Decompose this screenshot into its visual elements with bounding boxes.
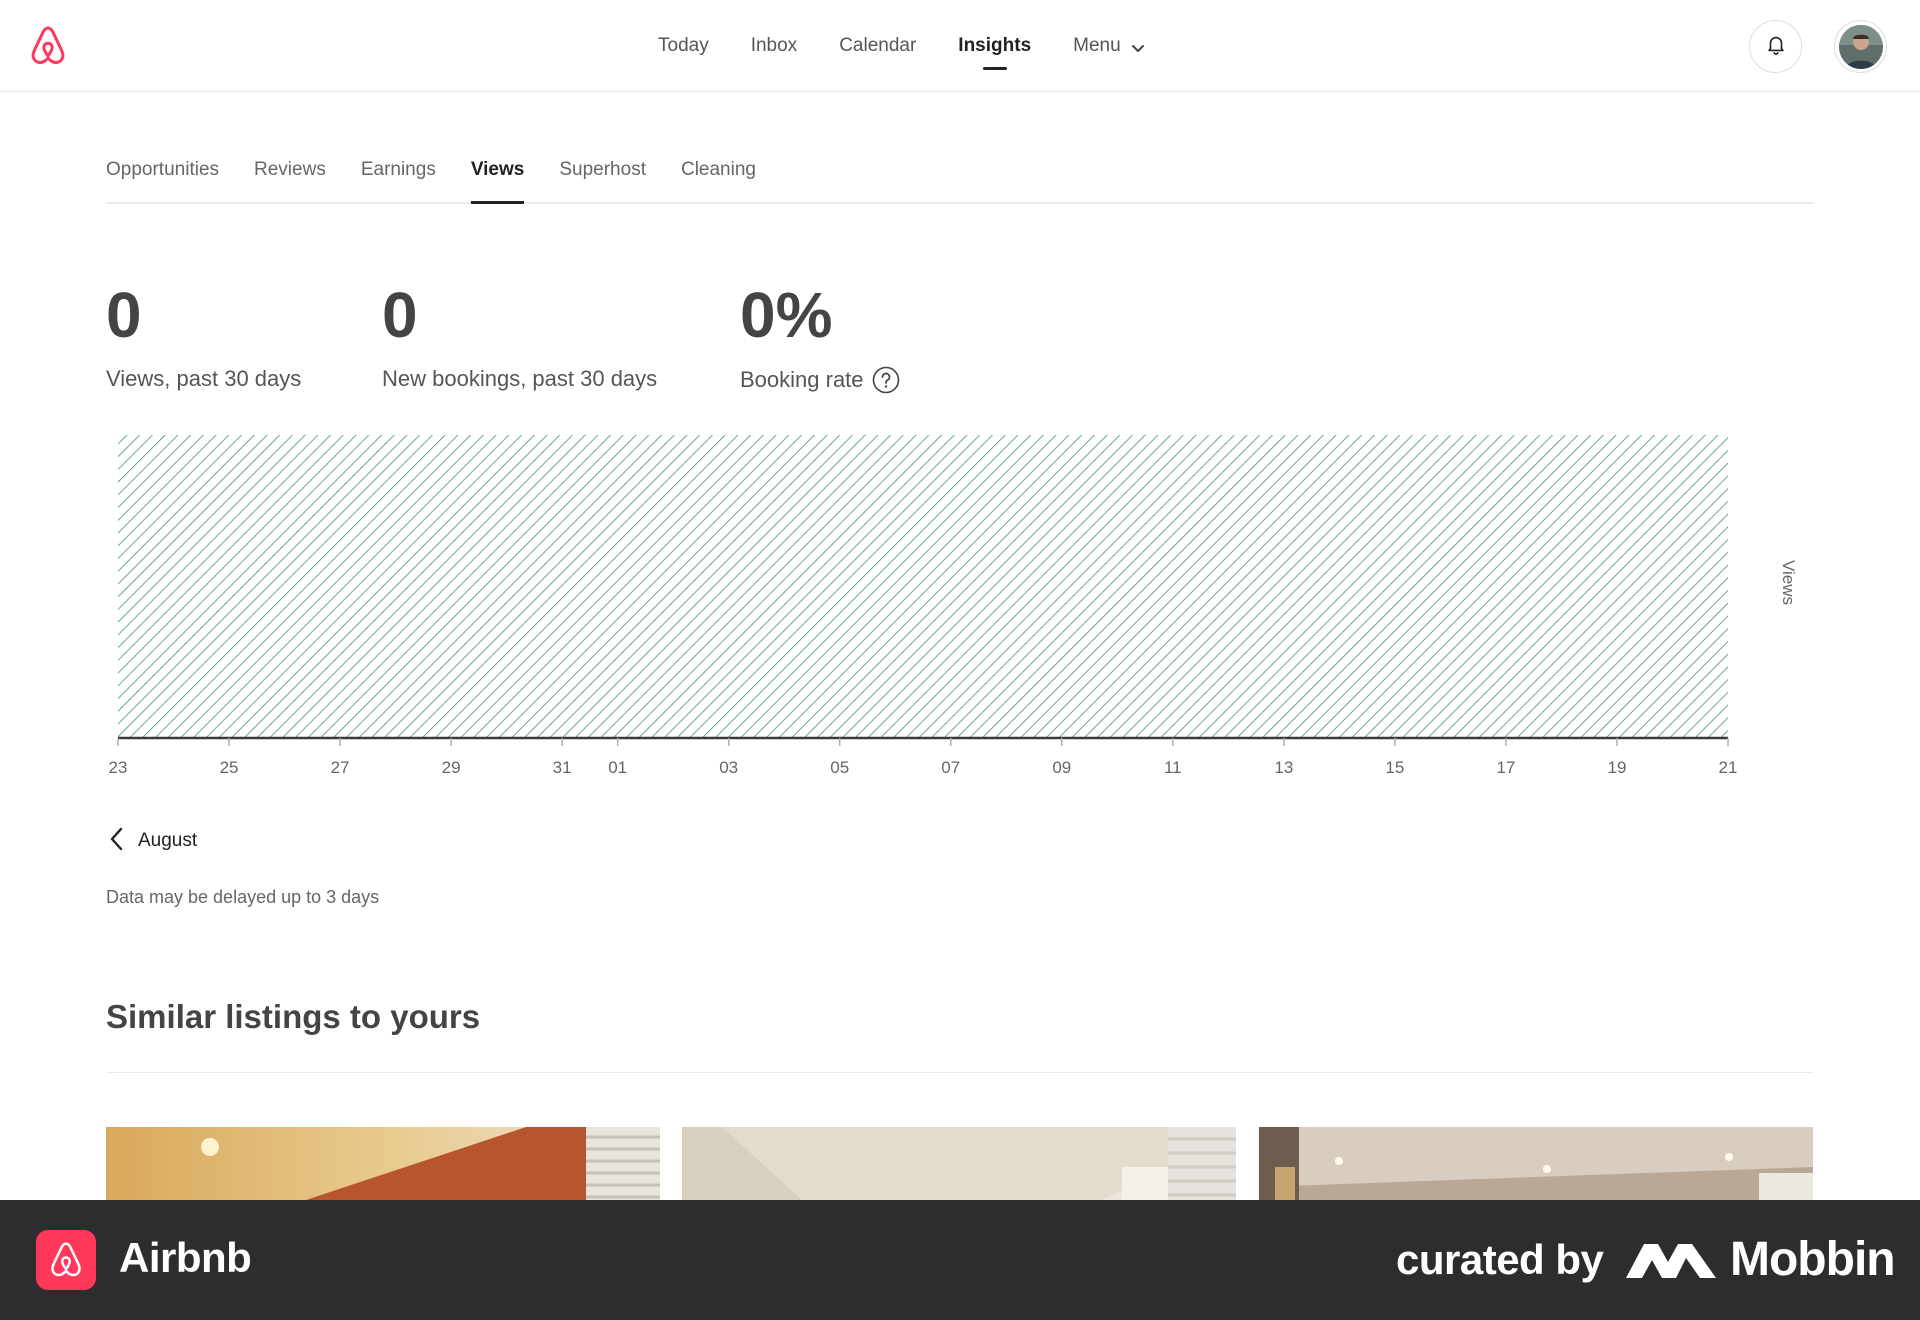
x-tick-label: 13 [1274,758,1293,777]
chevron-left-icon [106,826,128,857]
x-tick-label: 29 [442,758,461,777]
nav-inbox[interactable]: Inbox [751,0,797,92]
similar-listing-card[interactable] [682,1127,1236,1200]
notifications-button[interactable] [1749,20,1802,73]
tab-earnings[interactable]: Earnings [361,140,436,202]
views-label: Views, past 30 days [106,366,302,391]
stat-booking-rate: 0% Booking rate [740,280,900,394]
mobbin-brand: Mobbin [1730,1233,1896,1286]
profile-avatar-button[interactable] [1834,20,1887,73]
bookings-label: New bookings, past 30 days [382,366,658,391]
avatar [1838,24,1883,69]
nav-calendar[interactable]: Calendar [839,0,916,92]
chevron-down-icon [1131,39,1145,53]
booking-rate-label: Booking rate [740,367,864,392]
tab-cleaning-label: Cleaning [680,159,756,180]
nav-insights[interactable]: Insights [958,0,1031,92]
x-tick-label: 07 [941,758,960,777]
x-tick-label: 03 [719,758,738,777]
x-tick-label: 17 [1496,758,1515,777]
x-tick-label: 09 [1052,758,1071,777]
footer-bar: Airbnb curated by Mobbin [0,1200,1920,1320]
bookings-count: 0 [382,279,418,351]
insights-subtabs: Opportunities Reviews Earnings Views Sup… [106,140,1814,204]
x-tick-label: 15 [1385,758,1404,777]
x-tick-label: 05 [830,758,849,777]
stat-bookings: 0 New bookings, past 30 days [382,280,657,392]
listing-photo [1259,1127,1813,1200]
similar-listing-card[interactable] [106,1127,660,1200]
tab-superhost[interactable]: Superhost [559,140,646,202]
data-delay-note: Data may be delayed up to 3 days [106,887,380,907]
nav-menu-label: Menu [1073,35,1121,56]
nav-insights-label: Insights [958,35,1032,56]
x-tick-label: 19 [1608,758,1627,777]
x-tick-label: 01 [608,758,627,777]
bell-icon [1765,33,1787,60]
airbnb-app-icon [36,1230,96,1290]
primary-nav: Today Inbox Calendar Insights Menu [658,0,1187,92]
similar-listings-title: Similar listings to yours [106,998,481,1035]
x-tick-label: 25 [220,758,239,777]
tab-opportunities-label: Opportunities [106,159,220,180]
x-tick-label: 23 [109,758,128,777]
tab-reviews[interactable]: Reviews [254,140,326,202]
divider [106,1072,1814,1073]
tab-views-label: Views [470,159,525,180]
x-tick-label: 31 [553,758,572,777]
chart-hatched-area [118,435,1728,738]
y-axis-label: Views [1779,560,1798,606]
views-chart: 23 25 27 29 31 01 03 05 07 09 11 13 15 17 19 21 [109,435,1738,777]
curated-by-label: curated by [1396,1236,1604,1283]
nav-menu[interactable]: Menu [1073,0,1145,92]
x-tick-label: 27 [331,758,350,777]
month-label: August [138,830,198,851]
nav-today[interactable]: Today [658,0,709,92]
tab-opportunities[interactable]: Opportunities [106,140,219,202]
mobbin-logo-icon [1626,1238,1716,1282]
tab-earnings-label: Earnings [360,159,436,180]
tab-superhost-label: Superhost [559,159,646,180]
tab-cleaning[interactable]: Cleaning [681,140,756,202]
nav-inbox-label: Inbox [750,35,798,56]
x-tick-label: 11 [1164,758,1182,777]
listing-photo [106,1127,660,1200]
similar-listing-card[interactable] [1259,1127,1813,1200]
tab-reviews-label: Reviews [254,159,326,180]
nav-today-label: Today [658,35,709,56]
tab-views[interactable]: Views [470,140,525,204]
help-icon[interactable] [872,366,900,394]
stat-views: 0 Views, past 30 days [106,280,301,392]
views-count: 0 [106,279,142,351]
top-nav-bar: Today Inbox Calendar Insights Menu [0,0,1920,92]
listing-photo [682,1127,1236,1200]
x-tick-label: 21 [1719,758,1738,777]
nav-calendar-label: Calendar [839,35,917,56]
booking-rate-value: 0% [740,279,833,351]
previous-month-button[interactable]: August [106,826,197,856]
app-name: Airbnb [119,1234,252,1281]
airbnb-logo-icon[interactable] [26,24,70,68]
